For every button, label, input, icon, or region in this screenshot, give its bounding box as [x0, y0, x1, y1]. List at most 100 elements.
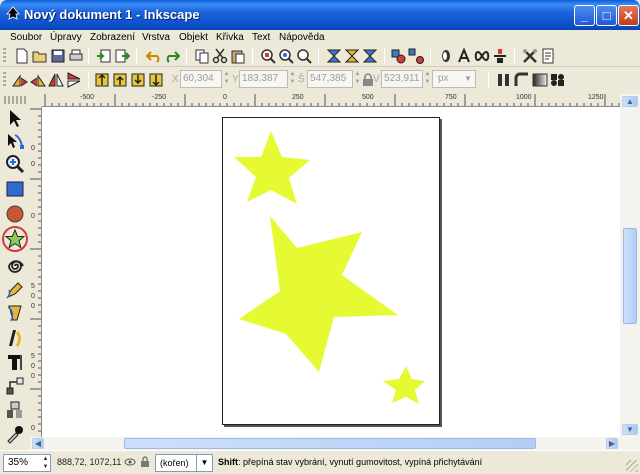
layer-lock-icon[interactable]	[140, 456, 150, 468]
width-field[interactable]: 547,385	[307, 70, 353, 88]
layer-visibility-icon[interactable]	[124, 456, 136, 468]
minimize-button[interactable]: _	[574, 5, 595, 26]
import-icon[interactable]	[96, 48, 112, 64]
clone-icon[interactable]	[344, 48, 360, 64]
menu-soubor[interactable]: Soubor	[10, 30, 42, 45]
tool-controls-toolbar: X 60,304 ▲ ▼ Y 183,387 ▲ ▼ Š 547,385 ▲ ▼ V …	[0, 67, 640, 94]
export-icon[interactable]	[114, 48, 130, 64]
zoom-spinner[interactable]: ▲ ▼	[41, 455, 50, 473]
flip-vertical-icon[interactable]	[66, 72, 82, 88]
raise-icon[interactable]	[112, 72, 128, 88]
preferences-icon[interactable]	[522, 48, 538, 64]
node-tool-icon[interactable]	[5, 131, 25, 151]
vertical-ruler-ticks	[30, 108, 41, 432]
star-shape[interactable]	[383, 366, 425, 404]
drawing-canvas[interactable]	[42, 107, 620, 437]
cursor-coordinates: 888,72, 1072,11	[57, 457, 122, 467]
v-ruler-label: 0	[31, 363, 35, 370]
unlink-icon[interactable]	[362, 48, 378, 64]
scroll-left-button[interactable]: ◀	[32, 438, 44, 449]
pen-tool-icon[interactable]	[5, 304, 25, 324]
horizontal-scroll-thumb[interactable]	[124, 438, 536, 449]
zoom-tool-icon[interactable]	[5, 154, 25, 174]
maximize-button[interactable]: □	[596, 5, 617, 26]
fill-stroke-icon[interactable]	[438, 48, 454, 64]
selector-tool-icon[interactable]	[5, 108, 25, 128]
toolbar-grip[interactable]	[3, 72, 6, 88]
ellipse-tool-icon[interactable]	[5, 204, 25, 224]
x-field[interactable]: 60,304	[180, 70, 222, 88]
undo-icon[interactable]	[146, 48, 162, 64]
star-shape[interactable]	[234, 131, 310, 204]
vertical-ruler[interactable]: 0 0 0 5 0 0 5 0 0 0	[30, 107, 42, 437]
rotate-cw-icon[interactable]	[30, 72, 46, 88]
toolbox-grip[interactable]	[4, 96, 26, 104]
menu-text[interactable]: Text	[252, 30, 270, 45]
unit-select[interactable]: px ▼	[432, 70, 476, 88]
menu-napoveda[interactable]: Nápověda	[279, 30, 325, 45]
toolbar-grip[interactable]	[3, 48, 6, 64]
y-field[interactable]: 183,387	[239, 70, 288, 88]
print-icon[interactable]	[68, 48, 84, 64]
lower-icon[interactable]	[130, 72, 146, 88]
text-font-icon[interactable]	[456, 48, 472, 64]
rotate-ccw-icon[interactable]	[12, 72, 28, 88]
dropper-tool-icon[interactable]	[5, 424, 25, 444]
y-spinner[interactable]: ▲ ▼	[288, 70, 297, 88]
cut-icon[interactable]	[212, 48, 228, 64]
text-tool-icon[interactable]	[5, 352, 25, 372]
spiral-tool-icon[interactable]	[5, 256, 25, 276]
transform-pattern-icon[interactable]	[550, 72, 566, 88]
v-ruler-label: 0	[31, 425, 35, 432]
drawing-layer	[234, 131, 425, 404]
star-tool-active-ring[interactable]	[2, 226, 28, 252]
menu-upravy[interactable]: Úpravy	[50, 30, 82, 45]
duplicate-icon[interactable]	[326, 48, 342, 64]
raise-top-icon[interactable]	[94, 72, 110, 88]
star-tool-icon[interactable]	[5, 229, 25, 249]
horizontal-ruler[interactable]: -500 -250 0 250 500 750 1000 1250	[42, 94, 620, 107]
new-icon[interactable]	[14, 48, 30, 64]
redo-icon[interactable]	[164, 48, 180, 64]
gradient-tool-icon[interactable]	[5, 400, 25, 420]
align-icon[interactable]	[492, 48, 508, 64]
close-button[interactable]: ✕	[618, 5, 639, 26]
rectangle-tool-icon[interactable]	[5, 179, 25, 199]
height-field[interactable]: 523,911	[381, 70, 423, 88]
scroll-right-button[interactable]: ▶	[606, 438, 618, 449]
document-properties-icon[interactable]	[540, 48, 556, 64]
scale-corners-icon[interactable]	[514, 72, 530, 88]
menu-krivka[interactable]: Křivka	[216, 30, 244, 45]
ungroup-icon[interactable]	[408, 48, 424, 64]
vertical-scrollbar[interactable]: ▲ ▼	[620, 94, 640, 437]
zoom-selection-icon[interactable]	[260, 48, 276, 64]
scroll-up-button[interactable]: ▲	[622, 96, 638, 107]
transform-gradient-icon[interactable]	[532, 72, 548, 88]
menu-objekt[interactable]: Objekt	[179, 30, 208, 45]
open-icon[interactable]	[32, 48, 48, 64]
group-icon[interactable]	[390, 48, 406, 64]
paste-icon[interactable]	[230, 48, 246, 64]
x-spinner[interactable]: ▲ ▼	[222, 70, 231, 88]
menu-zobrazeni[interactable]: Zobrazení	[90, 30, 135, 45]
zoom-drawing-icon[interactable]	[278, 48, 294, 64]
width-spinner[interactable]: ▲ ▼	[353, 70, 362, 88]
resize-grip[interactable]	[626, 460, 638, 472]
layer-dropdown-arrow[interactable]: ▼	[196, 454, 213, 472]
scroll-down-button[interactable]: ▼	[622, 424, 638, 435]
vertical-scroll-thumb[interactable]	[623, 228, 637, 324]
star-shape[interactable]	[239, 216, 398, 372]
copy-icon[interactable]	[194, 48, 210, 64]
flip-horizontal-icon[interactable]	[48, 72, 64, 88]
zoom-page-icon[interactable]	[296, 48, 312, 64]
scale-stroke-icon[interactable]	[496, 72, 512, 88]
calligraphy-tool-icon[interactable]	[5, 328, 25, 348]
xml-editor-icon[interactable]	[474, 48, 490, 64]
save-icon[interactable]	[50, 48, 66, 64]
height-spinner[interactable]: ▲ ▼	[423, 70, 432, 88]
pencil-tool-icon[interactable]	[5, 280, 25, 300]
connector-tool-icon[interactable]	[5, 376, 25, 396]
horizontal-scrollbar[interactable]: ◀ ▶	[30, 437, 640, 450]
lower-bottom-icon[interactable]	[148, 72, 164, 88]
menu-vrstva[interactable]: Vrstva	[142, 30, 170, 45]
